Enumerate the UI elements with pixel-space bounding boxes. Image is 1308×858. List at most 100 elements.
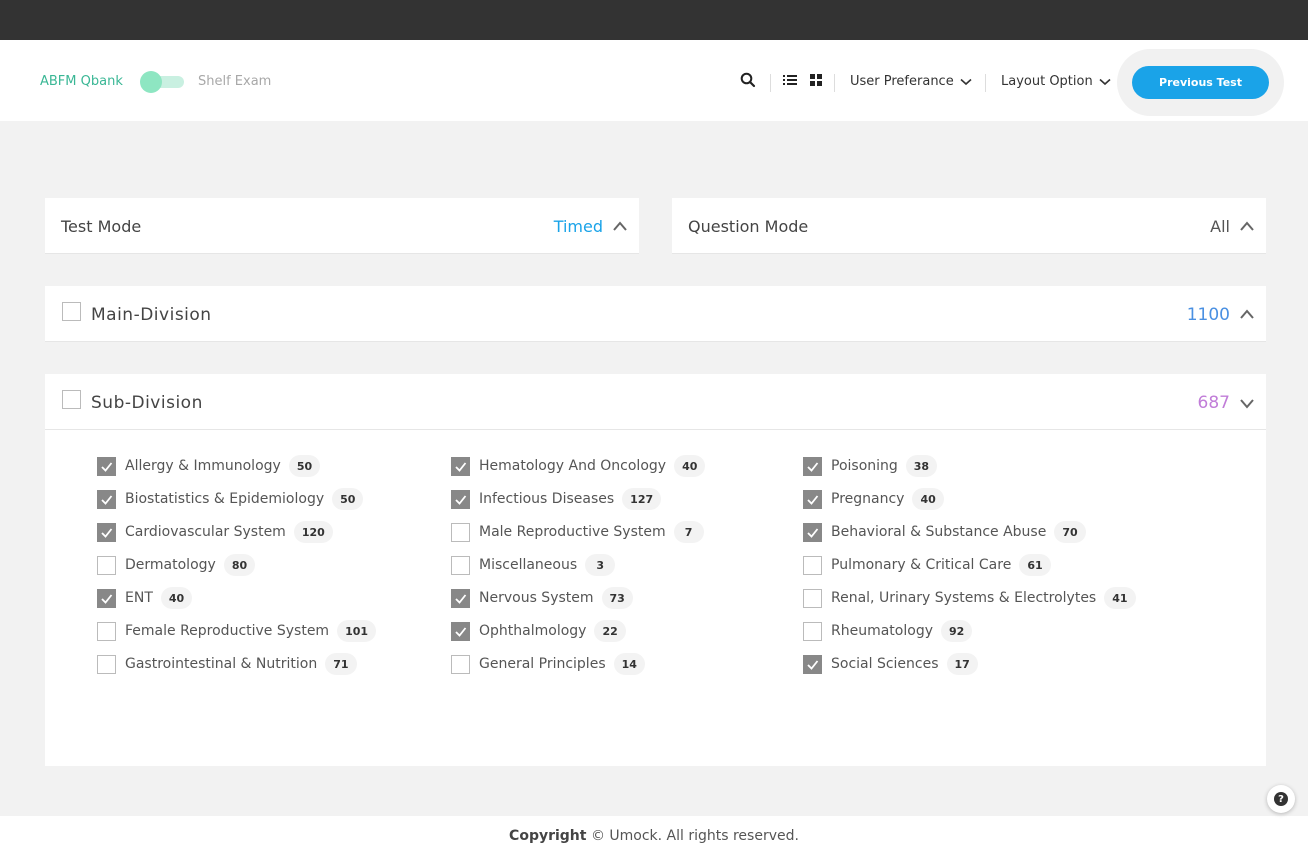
chevron-up-icon[interactable] — [612, 220, 628, 232]
search-icon[interactable] — [738, 70, 758, 90]
subject-checkbox[interactable] — [451, 489, 470, 509]
subject-count-badge: 40 — [674, 455, 706, 477]
subject-item[interactable]: Ophthalmology 22 — [451, 619, 626, 643]
subject-checkbox[interactable] — [803, 555, 822, 575]
main-division-panel[interactable]: Main-Division 1100 — [45, 286, 1266, 342]
question-mode-panel[interactable]: Question Mode All — [672, 198, 1266, 254]
subject-item[interactable]: Biostatistics & Epidemiology 50 — [97, 487, 364, 511]
subject-item[interactable]: Nervous System 73 — [451, 586, 633, 610]
subject-item[interactable]: ENT 40 — [97, 586, 193, 610]
test-mode-value: Timed — [553, 217, 603, 236]
subject-item[interactable]: Pregnancy 40 — [803, 487, 944, 511]
help-button[interactable]: ? — [1267, 785, 1295, 813]
subject-label: Poisoning — [831, 458, 898, 474]
subject-count-badge: 101 — [337, 620, 377, 642]
subject-checkbox[interactable] — [97, 456, 116, 476]
test-mode-title: Test Mode — [61, 217, 142, 236]
layout-option-label: Layout Option — [1001, 74, 1093, 89]
subject-item[interactable]: Pulmonary & Critical Care 61 — [803, 553, 1051, 577]
copyright-text: © Umock. All rights reserved. — [590, 828, 799, 844]
check-icon — [101, 527, 113, 538]
main-division-checkbox[interactable] — [62, 302, 81, 321]
subject-item[interactable]: Male Reproductive System 7 — [451, 520, 704, 544]
subject-checkbox[interactable] — [803, 588, 822, 608]
subject-item[interactable]: Gastrointestinal & Nutrition 71 — [97, 652, 357, 676]
subject-label: Male Reproductive System — [479, 524, 666, 540]
subject-item[interactable]: Female Reproductive System 101 — [97, 619, 377, 643]
top-bar — [0, 0, 1308, 40]
subject-item[interactable]: Dermatology 80 — [97, 553, 256, 577]
test-mode-panel[interactable]: Test Mode Timed — [45, 198, 639, 254]
sub-division-list: Allergy & Immunology 50 Biostatistics & Ep… — [45, 430, 1266, 766]
subject-checkbox[interactable] — [451, 456, 470, 476]
check-icon — [455, 461, 467, 472]
chevron-up-icon[interactable] — [1239, 220, 1255, 232]
check-icon — [455, 593, 467, 604]
subject-checkbox[interactable] — [97, 621, 116, 641]
exam-mode-toggle[interactable] — [140, 71, 184, 93]
subject-count-badge: 70 — [1054, 521, 1086, 543]
subject-checkbox[interactable] — [451, 522, 470, 542]
subject-item[interactable]: Miscellaneous 3 — [451, 553, 616, 577]
layout-option-dropdown[interactable]: Layout Option — [1001, 74, 1111, 89]
list-view-icon[interactable] — [780, 70, 800, 90]
subject-count-badge: 40 — [912, 488, 944, 510]
brand-label: ABFM Qbank — [40, 74, 123, 89]
subject-checkbox[interactable] — [451, 588, 470, 608]
subject-count-badge: 38 — [905, 455, 938, 477]
subject-count-badge: 14 — [613, 653, 645, 675]
user-preference-dropdown[interactable]: User Preferance — [850, 74, 972, 89]
subject-label: Nervous System — [479, 590, 594, 606]
subject-item[interactable]: Allergy & Immunology 50 — [97, 454, 321, 478]
question-mode-value: All — [1210, 217, 1230, 236]
subject-checkbox[interactable] — [97, 522, 116, 542]
subject-checkbox[interactable] — [97, 588, 116, 608]
subject-item[interactable]: General Principles 14 — [451, 652, 645, 676]
subject-count-badge: 7 — [673, 521, 704, 543]
subject-checkbox[interactable] — [97, 555, 116, 575]
check-icon — [455, 494, 467, 505]
sub-division-panel[interactable]: Sub-Division 687 — [45, 374, 1266, 430]
subject-item[interactable]: Behavioral & Substance Abuse 70 — [803, 520, 1086, 544]
subject-checkbox[interactable] — [451, 654, 470, 674]
check-icon — [807, 494, 819, 505]
subject-item[interactable]: Social Sciences 17 — [803, 652, 978, 676]
shelf-exam-label: Shelf Exam — [198, 74, 272, 89]
sub-division-checkbox[interactable] — [62, 390, 81, 409]
sub-division-title: Sub-Division — [91, 393, 203, 413]
chevron-up-icon[interactable] — [1239, 308, 1255, 320]
subject-checkbox[interactable] — [803, 522, 822, 542]
previous-test-button[interactable]: Previous Test — [1132, 66, 1269, 99]
subject-checkbox[interactable] — [451, 621, 470, 641]
subject-checkbox[interactable] — [803, 489, 822, 509]
subject-count-badge: 3 — [585, 554, 616, 576]
subject-item[interactable]: Hematology And Oncology 40 — [451, 454, 706, 478]
subject-checkbox[interactable] — [803, 654, 822, 674]
check-icon — [455, 626, 467, 637]
subject-item[interactable]: Cardiovascular System 120 — [97, 520, 333, 544]
subject-item[interactable]: Rheumatology 92 — [803, 619, 973, 643]
user-preference-label: User Preferance — [850, 74, 954, 89]
subject-checkbox[interactable] — [451, 555, 470, 575]
sub-division-count: 687 — [1197, 393, 1230, 413]
subject-label: Pregnancy — [831, 491, 905, 507]
subject-label: Social Sciences — [831, 656, 939, 672]
grid-view-icon[interactable] — [806, 70, 826, 90]
subject-checkbox[interactable] — [97, 489, 116, 509]
subject-label: Miscellaneous — [479, 557, 578, 573]
subject-checkbox[interactable] — [97, 654, 116, 674]
chevron-down-icon[interactable] — [1239, 398, 1255, 410]
subject-label: Behavioral & Substance Abuse — [831, 524, 1047, 540]
subject-item[interactable]: Poisoning 38 — [803, 454, 938, 478]
subject-count-badge: 80 — [223, 554, 256, 576]
subject-checkbox[interactable] — [803, 621, 822, 641]
subject-count-badge: 120 — [293, 521, 333, 543]
main-division-count: 1100 — [1186, 305, 1230, 325]
subject-item[interactable]: Renal, Urinary Systems & Electrolytes 41 — [803, 586, 1136, 610]
subject-checkbox[interactable] — [803, 456, 822, 476]
subject-item[interactable]: Infectious Diseases 127 — [451, 487, 662, 511]
subject-count-badge: 92 — [941, 620, 973, 642]
chevron-down-icon — [1099, 78, 1111, 85]
subject-label: General Principles — [479, 656, 606, 672]
chevron-down-icon — [960, 78, 972, 85]
